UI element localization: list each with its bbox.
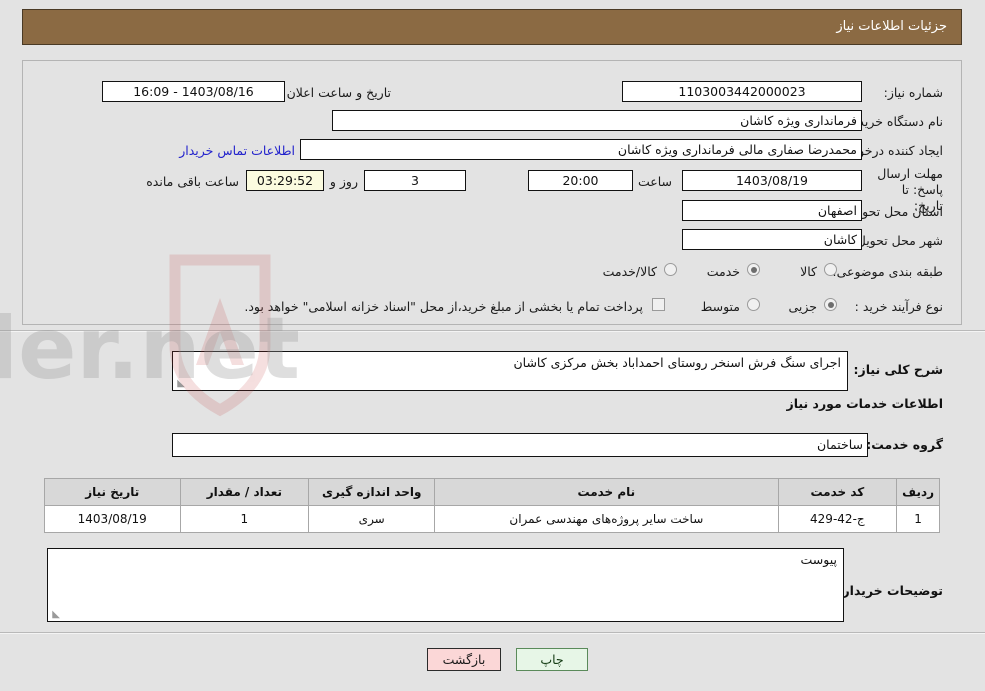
- checkbox-treasury-documents[interactable]: [652, 298, 665, 311]
- radio-purchase-jozii[interactable]: [824, 298, 837, 311]
- services-table: ردیف کد خدمت نام خدمت واحد اندازه گیری ت…: [44, 478, 940, 533]
- label-deadline-hour: ساعت: [637, 174, 672, 189]
- cell-qty: 1: [179, 505, 310, 533]
- cell-row: 1: [896, 505, 940, 533]
- buyer-org-value[interactable]: فرمانداری ویژه کاشان: [332, 110, 862, 131]
- general-description-value: اجرای سنگ فرش اسنخر روستای احمداباد بخش …: [513, 355, 841, 370]
- deadline-hour-value[interactable]: 20:00: [528, 170, 633, 191]
- col-qty: تعداد / مقدار: [179, 478, 310, 506]
- col-date: تاریخ نیاز: [44, 478, 181, 506]
- label-treasury-note: پرداخت تمام یا بخشی از مبلغ خرید،از محل …: [244, 299, 643, 314]
- radio-purchase-motavaset[interactable]: [747, 298, 760, 311]
- col-row: ردیف: [896, 478, 940, 506]
- radio-category-kala[interactable]: [824, 263, 837, 276]
- label-purchase-type: نوع فرآیند خرید :: [854, 299, 943, 314]
- services-section-title: اطلاعات خدمات مورد نیاز: [786, 396, 944, 411]
- cell-date: 1403/08/19: [44, 505, 181, 533]
- table-header-row: ردیف کد خدمت نام خدمت واحد اندازه گیری ت…: [44, 478, 940, 506]
- col-name: نام خدمت: [434, 478, 779, 506]
- label-deadline-days: روز و: [329, 174, 358, 189]
- need-number-value[interactable]: 1103003442000023: [622, 81, 862, 102]
- page-title: جزئیات اطلاعات نیاز: [836, 19, 947, 34]
- radio-category-kala-khedmat[interactable]: [664, 263, 677, 276]
- back-button[interactable]: بازگشت: [427, 648, 501, 671]
- label-purchase-motavaset: متوسط: [700, 299, 740, 314]
- label-buyer-comments: توضیحات خریدار:: [837, 583, 943, 598]
- deadline-countdown-value: 03:29:52: [246, 170, 324, 191]
- label-deadline-remaining: ساعت باقی مانده: [146, 174, 239, 189]
- col-unit: واحد اندازه گیری: [308, 478, 436, 506]
- cell-unit: سری: [308, 505, 436, 533]
- deadline-date-value[interactable]: 1403/08/19: [682, 170, 862, 191]
- service-group-value[interactable]: ساختمان: [172, 433, 868, 457]
- delivery-city-value[interactable]: کاشان: [682, 229, 862, 250]
- divider-bottom: [0, 632, 985, 634]
- table-row[interactable]: 1 ج-42-429 ساخت سایر پروژه‌های مهندسی عم…: [44, 505, 940, 533]
- radio-category-khedmat[interactable]: [747, 263, 760, 276]
- cell-code: ج-42-429: [777, 505, 898, 533]
- label-general-description: شرح کلی نیاز:: [853, 362, 943, 377]
- label-category-kala: کالا: [800, 264, 817, 279]
- buyer-contact-link[interactable]: اطلاعات تماس خریدار: [179, 143, 295, 158]
- window-title-bar: جزئیات اطلاعات نیاز: [22, 9, 962, 45]
- label-purchase-jozii: جزیی: [788, 299, 817, 314]
- divider-top: [0, 330, 985, 332]
- col-code: کد خدمت: [777, 478, 898, 506]
- label-category-kala-khedmat: کالا/خدمت: [602, 264, 657, 279]
- label-subject-category: طبقه بندی موضوعی:: [832, 264, 943, 279]
- resize-grip-icon-2[interactable]: ◣: [50, 610, 60, 620]
- print-button[interactable]: چاپ: [516, 648, 588, 671]
- buyer-comments-value: پیوست: [800, 552, 837, 567]
- label-delivery-city: شهر محل تحویل:: [852, 233, 943, 248]
- buyer-comments-box[interactable]: پیوست ◣: [47, 548, 844, 622]
- deadline-days-value[interactable]: 3: [364, 170, 466, 191]
- request-creator-value[interactable]: محمدرضا صفاری مالی فرمانداری ویژه کاشان: [300, 139, 862, 160]
- label-service-group: گروه خدمت:: [866, 437, 943, 452]
- label-category-khedmat: خدمت: [706, 264, 740, 279]
- announce-datetime-value[interactable]: 1403/08/16 - 16:09: [102, 81, 285, 102]
- cell-name: ساخت سایر پروژه‌های مهندسی عمران: [434, 505, 779, 533]
- label-need-number: شماره نیاز:: [883, 85, 943, 100]
- resize-grip-icon[interactable]: ◣: [175, 379, 185, 389]
- delivery-province-value[interactable]: اصفهان: [682, 200, 862, 221]
- general-description-box[interactable]: اجرای سنگ فرش اسنخر روستای احمداباد بخش …: [172, 351, 848, 391]
